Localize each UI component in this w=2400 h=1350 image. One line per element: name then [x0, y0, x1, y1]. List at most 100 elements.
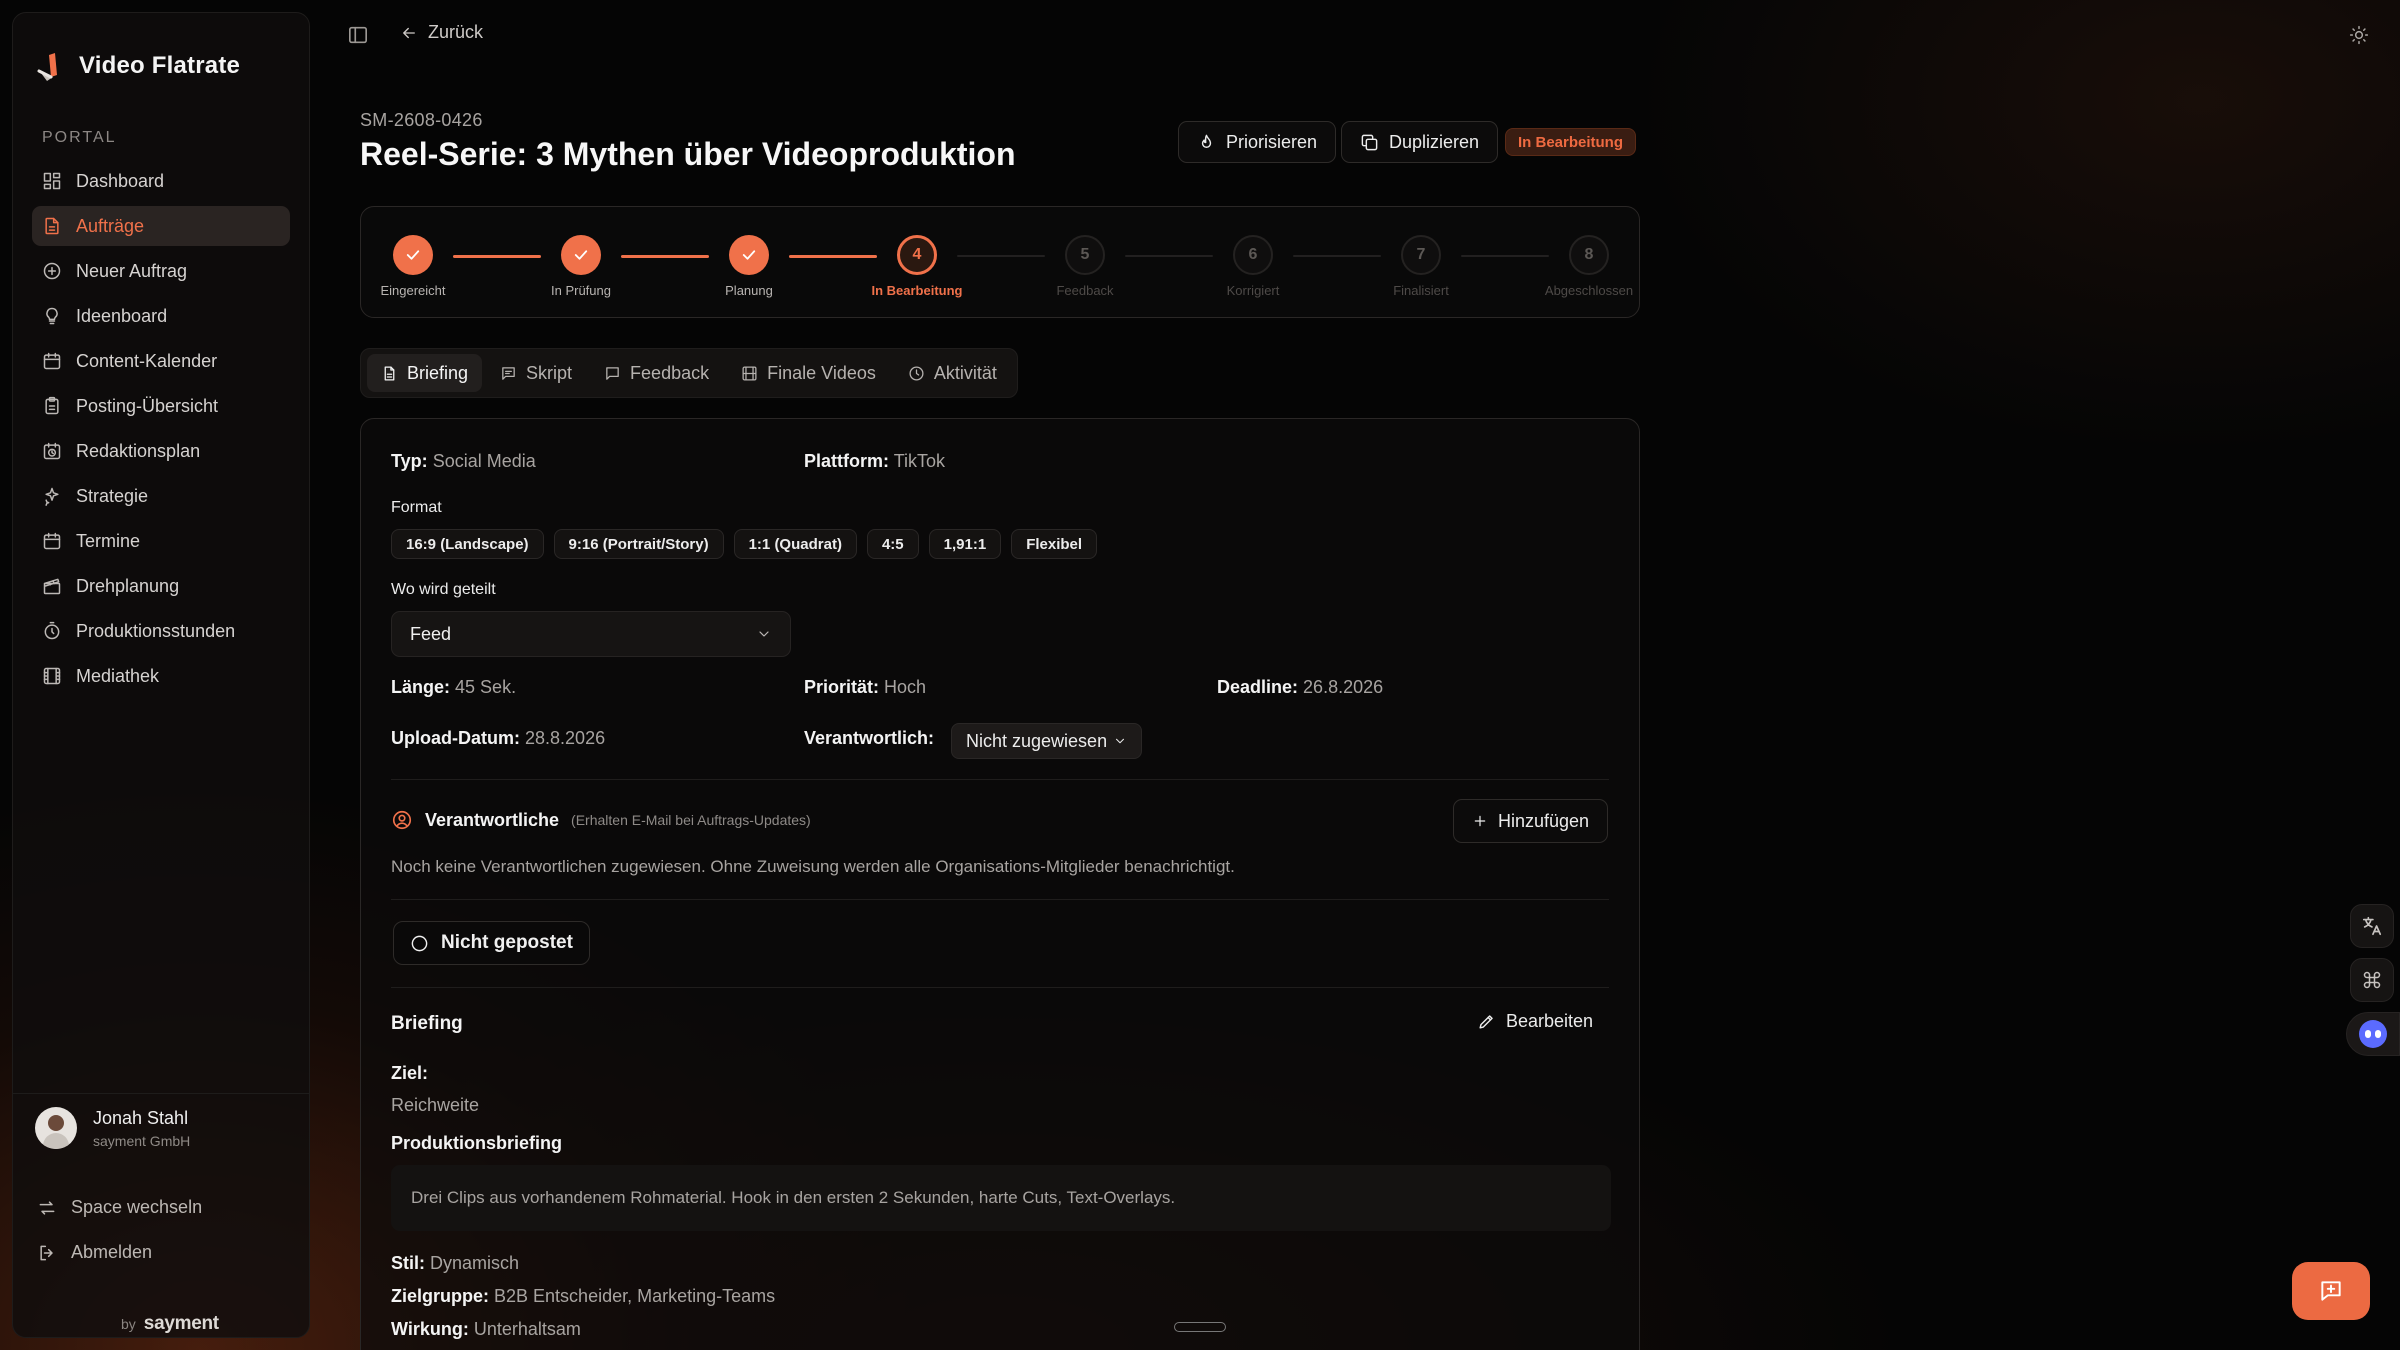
format-chips: 16:9 (Landscape) 9:16 (Portrait/Story) 1…	[391, 529, 1098, 559]
chat-button[interactable]	[2292, 1262, 2370, 1320]
document-icon	[381, 365, 398, 382]
responsible-field: Verantwortlich:	[804, 728, 934, 749]
add-label: Hinzufügen	[1498, 810, 1590, 831]
sidebar: Video Flatrate PORTAL Dashboard Aufträge…	[12, 12, 310, 1338]
back-button[interactable]: Zurück	[400, 22, 483, 43]
tab-skript[interactable]: Skript	[486, 354, 586, 392]
tab-label: Feedback	[630, 362, 710, 383]
plus-icon	[1472, 813, 1488, 829]
chevron-down-icon	[1113, 734, 1127, 748]
priority-value: Hoch	[884, 677, 927, 697]
logout-label: Abmelden	[71, 1242, 153, 1262]
goal-label: Ziel:	[391, 1063, 429, 1083]
sidebar-toggle-icon[interactable]	[346, 24, 370, 46]
switch-space-label: Space wechseln	[71, 1197, 203, 1217]
prioritize-button[interactable]: Priorisieren	[1178, 121, 1337, 163]
tab-label: Briefing	[407, 362, 469, 383]
step-in-bearbeitung: 4 In Bearbeitung	[857, 235, 977, 298]
audience-field: Zielgruppe: B2B Entscheider, Marketing-T…	[391, 1286, 775, 1307]
calendar-icon	[42, 531, 62, 551]
avatar	[35, 1107, 77, 1149]
message-square-icon	[500, 365, 517, 382]
step-abgeschlossen: 8 Abgeschlossen	[1529, 235, 1649, 298]
posted-label: Nicht gepostet	[441, 932, 573, 953]
format-chip[interactable]: 1:1 (Quadrat)	[733, 529, 857, 559]
step-planung: Planung	[689, 235, 809, 298]
brand[interactable]: Video Flatrate	[37, 51, 240, 81]
upload-field: Upload-Datum: 28.8.2026	[391, 728, 605, 749]
format-chip[interactable]: Flexibel	[1011, 529, 1098, 559]
sidebar-item-redaktionsplan[interactable]: Redaktionsplan	[32, 431, 290, 471]
style-label: Stil:	[391, 1253, 425, 1273]
sidebar-item-label: Posting-Übersicht	[76, 395, 219, 416]
share-label: Wo wird geteilt	[391, 581, 496, 598]
format-chip[interactable]: 16:9 (Landscape)	[391, 529, 544, 559]
edit-briefing-button[interactable]: Bearbeiten	[1477, 1011, 1593, 1032]
step-circle: 7	[1401, 235, 1441, 275]
translate-icon	[2361, 915, 2383, 937]
posted-toggle[interactable]: Nicht gepostet	[393, 921, 590, 965]
sidebar-nav: Dashboard Aufträge Neuer Auftrag Ideenbo…	[32, 161, 290, 701]
sidebar-item-neuer-auftrag[interactable]: Neuer Auftrag	[32, 251, 290, 291]
lightbulb-icon	[42, 306, 62, 326]
tab-feedback[interactable]: Feedback	[590, 354, 723, 392]
duplicate-button[interactable]: Duplizieren	[1341, 121, 1499, 163]
user-org: sayment GmbH	[93, 1132, 191, 1149]
user-profile[interactable]: Jonah Stahl sayment GmbH	[35, 1107, 190, 1149]
tab-finale-videos[interactable]: Finale Videos	[727, 354, 890, 392]
effect-field: Wirkung: Unterhaltsam	[391, 1319, 581, 1340]
edit-label: Bearbeiten	[1506, 1011, 1594, 1031]
responsibles-note: (Erhalten E-Mail bei Auftrags-Updates)	[571, 812, 811, 828]
format-chip[interactable]: 9:16 (Portrait/Story)	[553, 529, 724, 559]
document-icon	[42, 216, 62, 236]
divider	[391, 779, 1609, 780]
type-label: Typ:	[391, 451, 428, 471]
add-responsible-button[interactable]: Hinzufügen	[1453, 799, 1609, 843]
sidebar-item-dashboard[interactable]: Dashboard	[32, 161, 290, 201]
responsibles-header: Verantwortliche (Erhalten E-Mail bei Auf…	[391, 809, 811, 831]
tab-label: Finale Videos	[767, 362, 876, 383]
responsibles-empty-text: Noch keine Verantwortlichen zugewiesen. …	[391, 857, 1235, 876]
sidebar-item-strategie[interactable]: Strategie	[32, 476, 290, 516]
format-chip[interactable]: 4:5	[866, 529, 919, 559]
by-text: by	[121, 1316, 136, 1332]
switch-icon	[37, 1198, 57, 1218]
sidebar-item-termine[interactable]: Termine	[32, 521, 290, 561]
timer-icon	[42, 621, 62, 641]
sidebar-item-auftraege[interactable]: Aufträge	[32, 206, 290, 246]
switch-space-button[interactable]: Space wechseln	[37, 1197, 202, 1218]
command-button[interactable]	[2350, 958, 2394, 1002]
upload-value: 28.8.2026	[525, 728, 606, 748]
assistant-button[interactable]	[2346, 1012, 2400, 1056]
responsible-value: Nicht zugewiesen	[966, 730, 1108, 751]
step-eingereicht: Eingereicht	[353, 235, 473, 298]
tab-briefing[interactable]: Briefing	[367, 354, 483, 392]
plus-circle-icon	[42, 261, 62, 281]
step-label: In Prüfung	[551, 283, 611, 298]
priority-field: Priorität: Hoch	[804, 677, 926, 698]
clock-icon	[908, 365, 925, 382]
format-chip[interactable]: 1,91:1	[928, 529, 1002, 559]
sun-icon[interactable]	[2348, 24, 2370, 46]
check-icon	[404, 246, 422, 264]
sidebar-item-drehplanung[interactable]: Drehplanung	[32, 566, 290, 606]
tab-aktivitaet[interactable]: Aktivität	[894, 354, 1011, 392]
arrow-left-icon	[400, 24, 418, 42]
translate-button[interactable]	[2350, 904, 2394, 948]
responsible-select[interactable]: Nicht zugewiesen	[951, 723, 1143, 759]
sidebar-item-mediathek[interactable]: Mediathek	[32, 656, 290, 696]
sidebar-item-ideenboard[interactable]: Ideenboard	[32, 296, 290, 336]
share-select[interactable]: Feed	[391, 611, 791, 657]
sidebar-item-content-kalender[interactable]: Content-Kalender	[32, 341, 290, 381]
logout-button[interactable]: Abmelden	[37, 1242, 152, 1263]
check-icon	[740, 246, 758, 264]
back-label: Zurück	[428, 22, 484, 42]
page-title: Reel-Serie: 3 Mythen über Videoproduktio…	[360, 136, 1016, 172]
user-circle-icon	[391, 809, 413, 831]
sidebar-item-produktionsstunden[interactable]: Produktionsstunden	[32, 611, 290, 651]
divider	[391, 899, 1609, 900]
clipboard-icon	[42, 396, 62, 416]
sidebar-item-posting-uebersicht[interactable]: Posting-Übersicht	[32, 386, 290, 426]
length-value: 45 Sek.	[455, 677, 517, 697]
step-circle: 4	[897, 235, 937, 275]
